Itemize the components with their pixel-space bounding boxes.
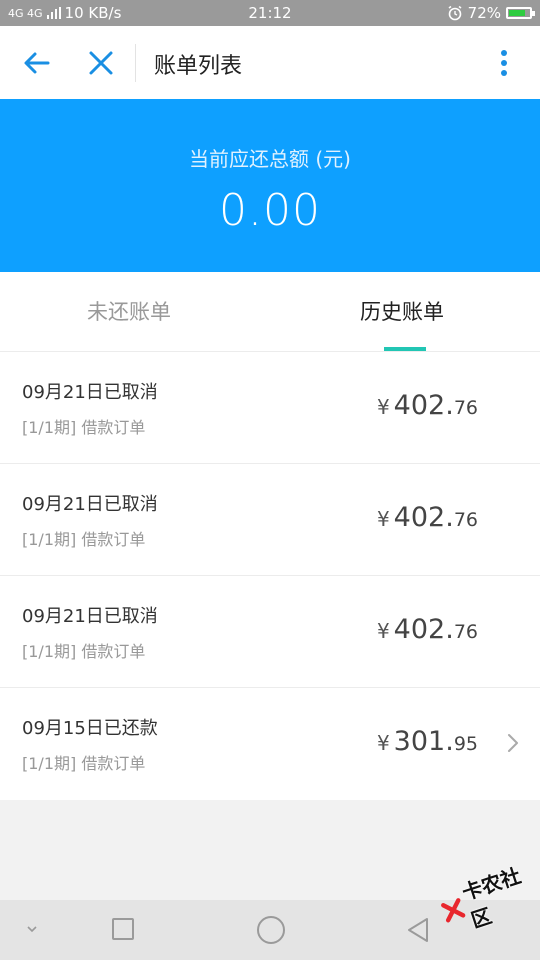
amount-point: . (445, 614, 454, 645)
currency-symbol: ¥ (376, 395, 390, 419)
amount-integer: 301 (393, 726, 446, 757)
recent-apps-button[interactable] (112, 918, 134, 940)
amount-decimal: 95 (453, 733, 478, 755)
summary-label: 当前应还总额 (元) (189, 147, 351, 171)
currency-symbol: ¥ (376, 507, 390, 531)
more-vertical-icon[interactable] (492, 46, 516, 80)
status-right: 72% (447, 4, 535, 22)
status-bar: 4G 4G 10 KB/s 21:12 72% (0, 0, 540, 26)
bill-status: 09月15日已还款 (22, 718, 158, 739)
summary-amount: 0.00 (219, 185, 321, 236)
page-title: 账单列表 (154, 54, 243, 79)
chevron-right-icon[interactable] (506, 732, 520, 754)
header-divider (135, 44, 136, 82)
bill-tabs: 未还账单 历史账单 (0, 272, 540, 352)
bill-list: 09月21日已取消 [1/1期] 借款订单 ¥ 402 . 76 09月21日已… (0, 352, 540, 800)
currency-symbol: ¥ (376, 731, 390, 755)
amount-point: . (445, 726, 454, 757)
amount-decimal: 76 (453, 509, 478, 531)
bill-status: 09月21日已取消 (22, 606, 158, 627)
home-button[interactable] (257, 916, 285, 944)
close-icon[interactable] (84, 46, 118, 80)
amount-integer: 402 (393, 390, 446, 421)
amount-integer: 402 (393, 502, 446, 533)
battery-icon (506, 7, 535, 19)
amount-decimal: 76 (453, 397, 478, 419)
amount-integer: 402 (393, 614, 446, 645)
bill-row[interactable]: 09月15日已还款 [1/1期] 借款订单 ¥ 301 . 95 (0, 688, 540, 800)
bill-amount: ¥ 402 . 76 (377, 502, 478, 533)
alarm-clock-icon (448, 5, 462, 21)
amount-point: . (445, 390, 454, 421)
bill-description: [1/1期] 借款订单 (22, 530, 146, 549)
bill-row[interactable]: 09月21日已取消 [1/1期] 借款订单 ¥ 402 . 76 (0, 352, 540, 464)
battery-percent: 72% (467, 4, 501, 22)
active-tab-indicator (384, 347, 426, 351)
app-header: 账单列表 (0, 26, 540, 99)
chevron-down-icon[interactable] (24, 922, 40, 936)
bill-status: 09月21日已取消 (22, 382, 158, 403)
bill-description: [1/1期] 借款订单 (22, 418, 146, 437)
tab-unpaid-bills[interactable]: 未还账单 (87, 296, 171, 326)
amount-point: . (445, 502, 454, 533)
bill-description: [1/1期] 借款订单 (22, 642, 146, 661)
bill-row[interactable]: 09月21日已取消 [1/1期] 借款订单 ¥ 402 . 76 (0, 576, 540, 688)
bill-description: [1/1期] 借款订单 (22, 754, 146, 773)
amount-decimal: 76 (453, 621, 478, 643)
arrow-left-icon[interactable] (20, 46, 54, 80)
bill-amount: ¥ 402 . 76 (377, 390, 478, 421)
back-triangle-icon[interactable] (406, 916, 430, 944)
tab-history-bills[interactable]: 历史账单 (360, 296, 444, 326)
bill-status: 09月21日已取消 (22, 494, 158, 515)
summary-banner: 当前应还总额 (元) 0.00 (0, 99, 540, 272)
bill-row[interactable]: 09月21日已取消 [1/1期] 借款订单 ¥ 402 . 76 (0, 464, 540, 576)
bill-amount: ¥ 402 . 76 (377, 614, 478, 645)
currency-symbol: ¥ (376, 619, 390, 643)
bill-amount: ¥ 301 . 95 (377, 726, 478, 757)
